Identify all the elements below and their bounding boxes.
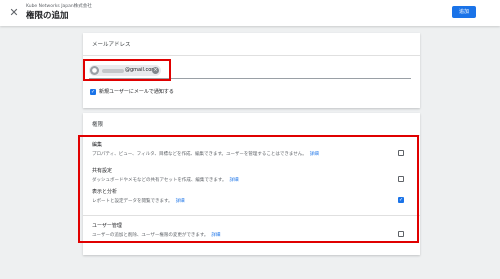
email-section-heading: メールアドレス [92, 42, 131, 48]
page-title: 権限の追加 [26, 11, 69, 21]
top-app-bar: ✕ Kube Networks Japan株式会社 権限の追加 追加 [0, 0, 500, 26]
email-highlight-box [83, 59, 171, 81]
permissions-section-heading: 権限 [92, 122, 104, 128]
notify-label: 新規ユーザーにメールで通知する [99, 89, 174, 95]
notify-checkbox[interactable]: ✓ [90, 89, 96, 95]
email-card: メールアドレス ● @gmail.com × ✓ 新規ユーザーにメールで通知する [83, 33, 420, 108]
check-icon: ✓ [91, 89, 96, 95]
close-icon[interactable]: ✕ [7, 6, 21, 20]
permissions-highlight-box [78, 135, 419, 243]
divider [83, 55, 420, 56]
permissions-card: 権限 編集 プロパティ、ビュー、フィルタ、目標などを作成、編集できます。ユーザー… [78, 113, 420, 255]
add-button[interactable]: 追加 [452, 6, 476, 18]
